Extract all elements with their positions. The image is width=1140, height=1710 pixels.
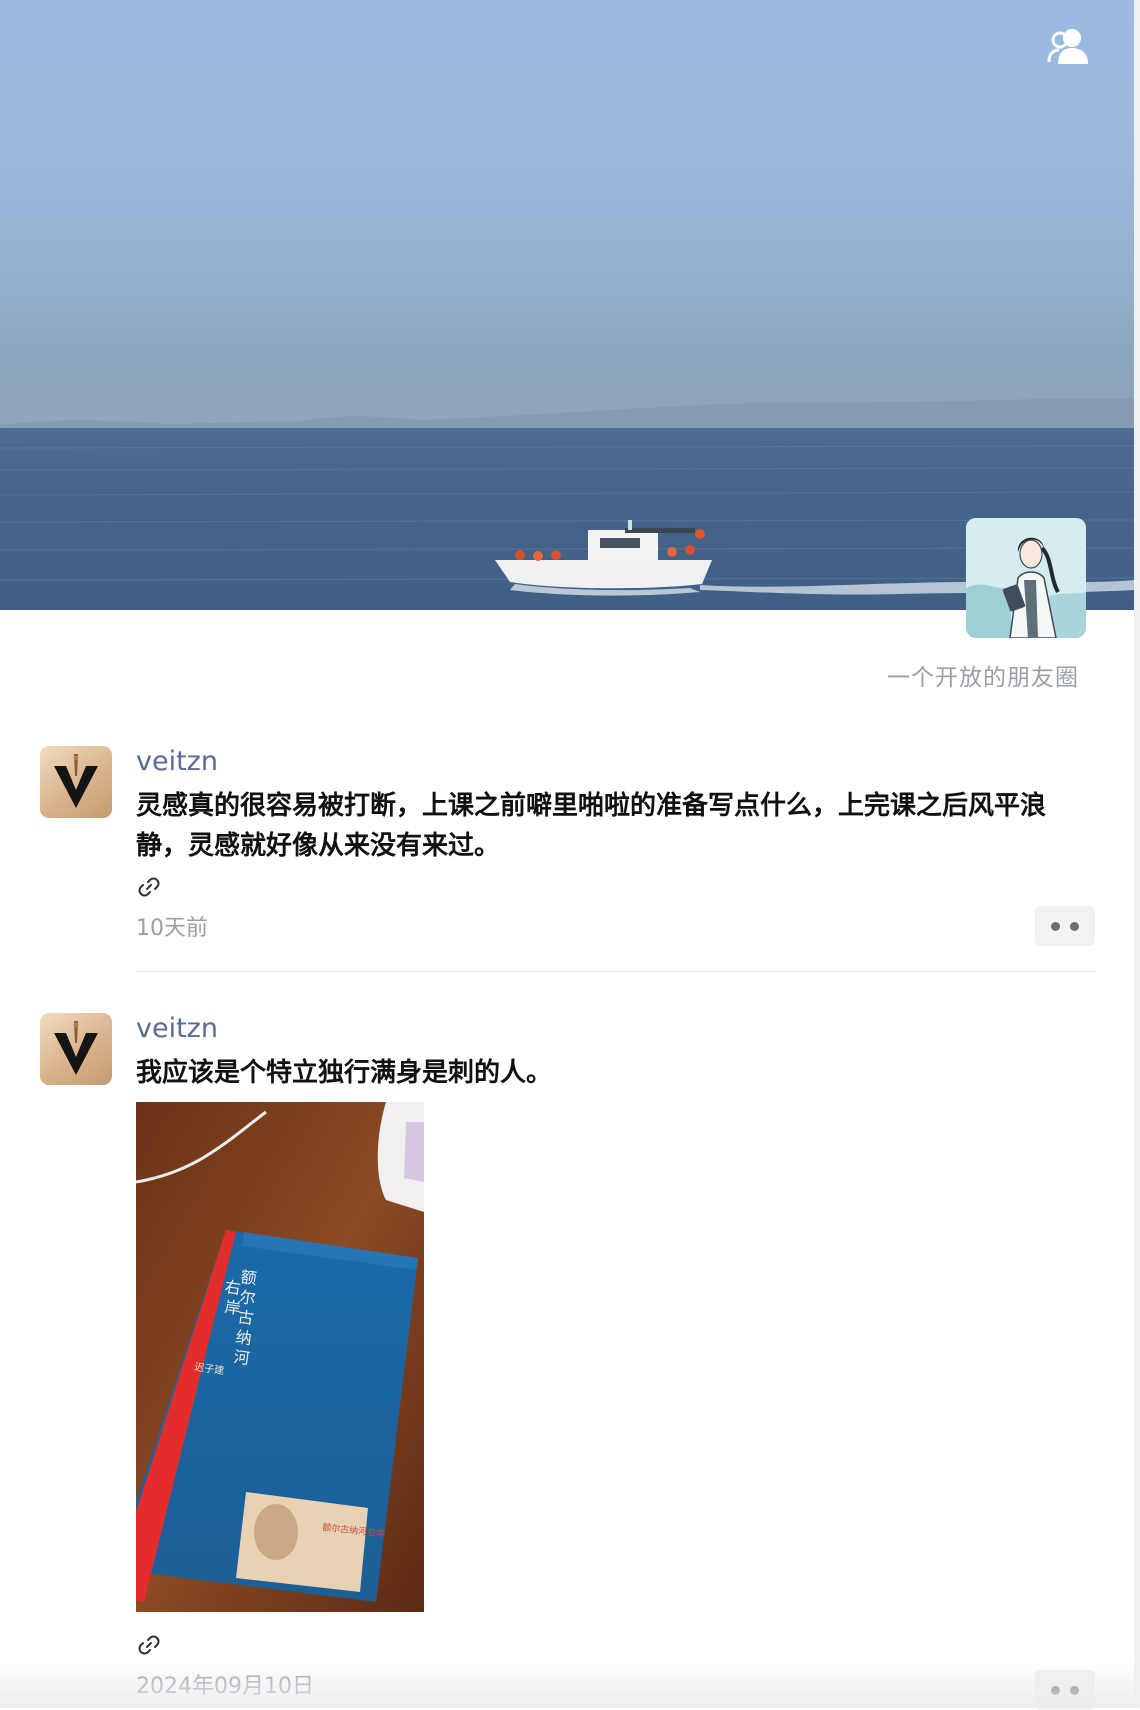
more-button[interactable] — [1035, 1670, 1095, 1710]
cover-scene — [0, 398, 1134, 610]
profile-avatar[interactable] — [966, 518, 1086, 638]
author-avatar[interactable] — [40, 746, 112, 818]
link-button[interactable] — [136, 874, 162, 904]
svg-text:河: 河 — [232, 1347, 251, 1368]
scrollbar-track[interactable] — [1134, 0, 1140, 1708]
contacts-icon — [1047, 29, 1088, 64]
svg-text:尔: 尔 — [238, 1287, 257, 1308]
link-icon — [138, 877, 160, 897]
post-time: 2024年09月10日 — [136, 1674, 314, 1699]
author-name[interactable]: veitzn — [136, 746, 218, 777]
post-image[interactable]: 右 岸 额 尔 古 纳 河 迟子建 额尔古纳河右岸 — [136, 1102, 424, 1612]
more-icon-dot — [1070, 1685, 1079, 1695]
cover-image[interactable] — [0, 0, 1134, 610]
moments-page: 一个开放的朋友圈 veitzn 灵感真的很容易被打断，上课之前噼里啪啦的准备写点… — [0, 0, 1134, 1710]
post-time: 10天前 — [136, 916, 208, 941]
link-icon — [138, 1635, 160, 1655]
v-logo-icon — [54, 1021, 98, 1075]
svg-text:纳: 纳 — [234, 1327, 253, 1348]
post-text: 灵感真的很容易被打断，上课之前噼里啪啦的准备写点什么，上完课之后风平浪静，灵感就… — [136, 791, 1047, 861]
author-name[interactable]: veitzn — [136, 1013, 218, 1044]
book-photo: 右 岸 额 尔 古 纳 河 迟子建 额尔古纳河右岸 — [136, 1102, 424, 1612]
link-button[interactable] — [136, 1632, 162, 1662]
more-icon-dot — [1051, 1685, 1060, 1695]
post-text: 我应该是个特立独行满身是刺的人。 — [136, 1058, 553, 1088]
author-avatar[interactable] — [40, 1013, 112, 1085]
v-logo-icon — [54, 754, 98, 808]
profile-signature: 一个开放的朋友圈 — [887, 665, 1079, 691]
svg-text:额: 额 — [239, 1267, 258, 1288]
contacts-button[interactable] — [1046, 26, 1098, 72]
scholar-illustration — [966, 518, 1086, 638]
more-button[interactable] — [1035, 906, 1095, 946]
more-icon-dot — [1051, 921, 1060, 931]
more-icon-dot — [1070, 921, 1079, 931]
svg-text:古: 古 — [236, 1307, 255, 1328]
post-divider — [136, 971, 1095, 972]
